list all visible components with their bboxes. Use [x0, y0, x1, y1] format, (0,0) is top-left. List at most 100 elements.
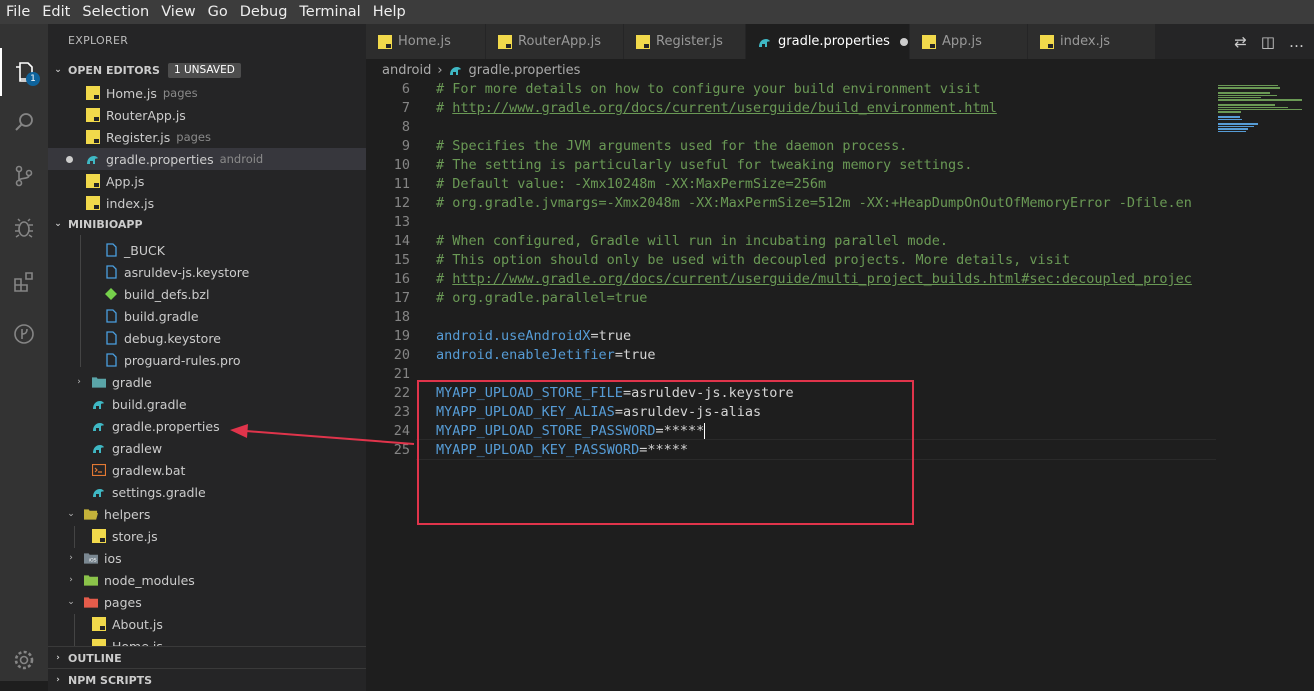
- menu-selection[interactable]: Selection: [76, 0, 155, 24]
- open-editors-header[interactable]: ⌄ OPEN EDITORS 1 UNSAVED: [48, 59, 366, 81]
- minimap[interactable]: [1216, 81, 1314, 681]
- search-icon[interactable]: [10, 108, 38, 136]
- tab-label: index.js: [1060, 34, 1111, 49]
- bazel-icon: [104, 287, 118, 301]
- code-line: android.enableJetifier=true: [436, 347, 655, 363]
- js-file-icon: [378, 34, 392, 49]
- menu-view[interactable]: View: [155, 0, 201, 24]
- js-file-icon: [636, 34, 650, 49]
- open-editor-item[interactable]: gradle.properties android: [48, 148, 366, 170]
- tree-item[interactable]: debug.keystore: [48, 327, 366, 349]
- tree-item[interactable]: › gradle: [48, 371, 366, 393]
- chevron-down-icon[interactable]: ⌄: [66, 597, 76, 607]
- chevron-right-icon[interactable]: ›: [74, 377, 84, 387]
- code-line: # For more details on how to configure y…: [436, 81, 981, 97]
- open-editor-desc: android: [219, 152, 264, 166]
- js-file-icon: [86, 174, 100, 188]
- breadcrumb-folder[interactable]: android: [382, 63, 431, 78]
- tree-item-label: proguard-rules.pro: [124, 352, 241, 368]
- tree-item[interactable]: proguard-rules.pro: [48, 349, 366, 371]
- more-actions-icon[interactable]: …: [1289, 33, 1304, 51]
- tree-item[interactable]: settings.gradle: [48, 481, 366, 503]
- tree-item[interactable]: gradlew: [48, 437, 366, 459]
- unsaved-count-badge: 1 UNSAVED: [167, 62, 241, 78]
- open-editor-item[interactable]: Register.js pages: [48, 126, 366, 148]
- line-number: 7: [401, 100, 410, 116]
- project-header[interactable]: ⌄ MINIBIOAPP: [48, 213, 366, 235]
- gradle-icon: [86, 152, 100, 166]
- tab-routerapp-js[interactable]: RouterApp.js: [486, 24, 624, 59]
- tree-item[interactable]: asruldev-js.keystore: [48, 261, 366, 283]
- tab-app-js[interactable]: App.js: [910, 24, 1028, 59]
- code-line: # http://www.gradle.org/docs/current/use…: [436, 100, 997, 116]
- menu-debug[interactable]: Debug: [234, 0, 294, 24]
- menu-go[interactable]: Go: [202, 0, 234, 24]
- line-number: 12: [393, 195, 410, 211]
- tree-item-label: gradlew: [112, 440, 163, 456]
- js-file-icon: [86, 130, 100, 144]
- chevron-right-icon[interactable]: ›: [66, 553, 76, 563]
- outline-header[interactable]: › OUTLINE: [48, 646, 366, 669]
- url-link[interactable]: http://www.gradle.org/docs/current/userg…: [452, 100, 997, 116]
- menu-help[interactable]: Help: [367, 0, 412, 24]
- tab-index-js[interactable]: index.js: [1028, 24, 1156, 59]
- tab-register-js[interactable]: Register.js: [624, 24, 746, 59]
- chevron-right-icon[interactable]: ›: [66, 575, 76, 585]
- tab-label: Home.js: [398, 34, 451, 49]
- settings-gear-icon[interactable]: [10, 646, 38, 674]
- extensions-icon[interactable]: [10, 268, 38, 296]
- open-editor-item[interactable]: App.js: [48, 170, 366, 192]
- tree-item[interactable]: gradle.properties: [48, 415, 366, 437]
- tree-item[interactable]: _BUCK: [48, 239, 366, 261]
- code-line: android.useAndroidX=true: [436, 328, 631, 344]
- open-editor-item[interactable]: index.js: [48, 192, 366, 214]
- tree-item[interactable]: › iOS ios: [48, 547, 366, 569]
- menu-file[interactable]: File: [0, 0, 36, 24]
- tree-item-label: build_defs.bzl: [124, 286, 210, 302]
- terminal-file-icon: [92, 463, 106, 477]
- compare-icon[interactable]: ⇄: [1234, 33, 1247, 51]
- tree-item[interactable]: › node_modules: [48, 569, 366, 591]
- tree-item[interactable]: ⌄ helpers: [48, 503, 366, 525]
- split-editor-icon[interactable]: ◫: [1261, 33, 1275, 51]
- line-number: 20: [393, 347, 410, 363]
- tree-item[interactable]: store.js: [48, 525, 366, 547]
- tree-item[interactable]: build_defs.bzl: [48, 283, 366, 305]
- tree-item[interactable]: About.js: [48, 613, 366, 635]
- tab-home-js[interactable]: Home.js: [366, 24, 486, 59]
- breadcrumb-file[interactable]: gradle.properties: [469, 63, 581, 78]
- project-label: MINIBIOAPP: [68, 217, 143, 231]
- open-editor-label: gradle.properties: [106, 151, 214, 167]
- open-editor-label: index.js: [106, 195, 155, 211]
- chevron-right-icon: ›: [56, 675, 60, 685]
- debug-icon[interactable]: [10, 214, 38, 242]
- npm-scripts-header[interactable]: › NPM SCRIPTS: [48, 668, 366, 691]
- unsaved-dot-icon[interactable]: [899, 37, 908, 46]
- js-file-icon: [92, 617, 106, 631]
- gradle-icon: [758, 35, 772, 49]
- tree-item-label: settings.gradle: [112, 484, 206, 500]
- line-number: 6: [401, 81, 410, 97]
- code-line: # Default value: -Xmx10248m -XX:MaxPermS…: [436, 176, 827, 192]
- url-link[interactable]: http://www.gradle.org/docs/current/userg…: [452, 271, 1192, 287]
- open-editor-item[interactable]: Home.js pages: [48, 82, 366, 104]
- remote-icon[interactable]: [10, 320, 38, 348]
- tree-item[interactable]: gradlew.bat: [48, 459, 366, 481]
- chevron-down-icon[interactable]: ⌄: [66, 509, 76, 519]
- active-indicator: [0, 48, 2, 96]
- tree-item[interactable]: build.gradle: [48, 305, 366, 327]
- tab-gradle-properties[interactable]: gradle.properties: [746, 24, 910, 59]
- tree-item-label: node_modules: [104, 572, 195, 588]
- property-value: =true: [614, 347, 656, 363]
- source-control-icon[interactable]: [10, 162, 38, 190]
- tree-item[interactable]: ⌄ pages: [48, 591, 366, 613]
- code-line: # When configured, Gradle will run in in…: [436, 233, 949, 249]
- editor-actions: ⇄ ◫ …: [1234, 24, 1314, 59]
- open-editor-item[interactable]: RouterApp.js: [48, 104, 366, 126]
- editor-tabs: Home.js RouterApp.js Register.js gradle.pro…: [366, 24, 1314, 59]
- menu-edit[interactable]: Edit: [36, 0, 76, 24]
- gradle-icon: [92, 397, 106, 411]
- menu-terminal[interactable]: Terminal: [293, 0, 366, 24]
- folder-open-icon: [84, 507, 98, 521]
- tree-item[interactable]: build.gradle: [48, 393, 366, 415]
